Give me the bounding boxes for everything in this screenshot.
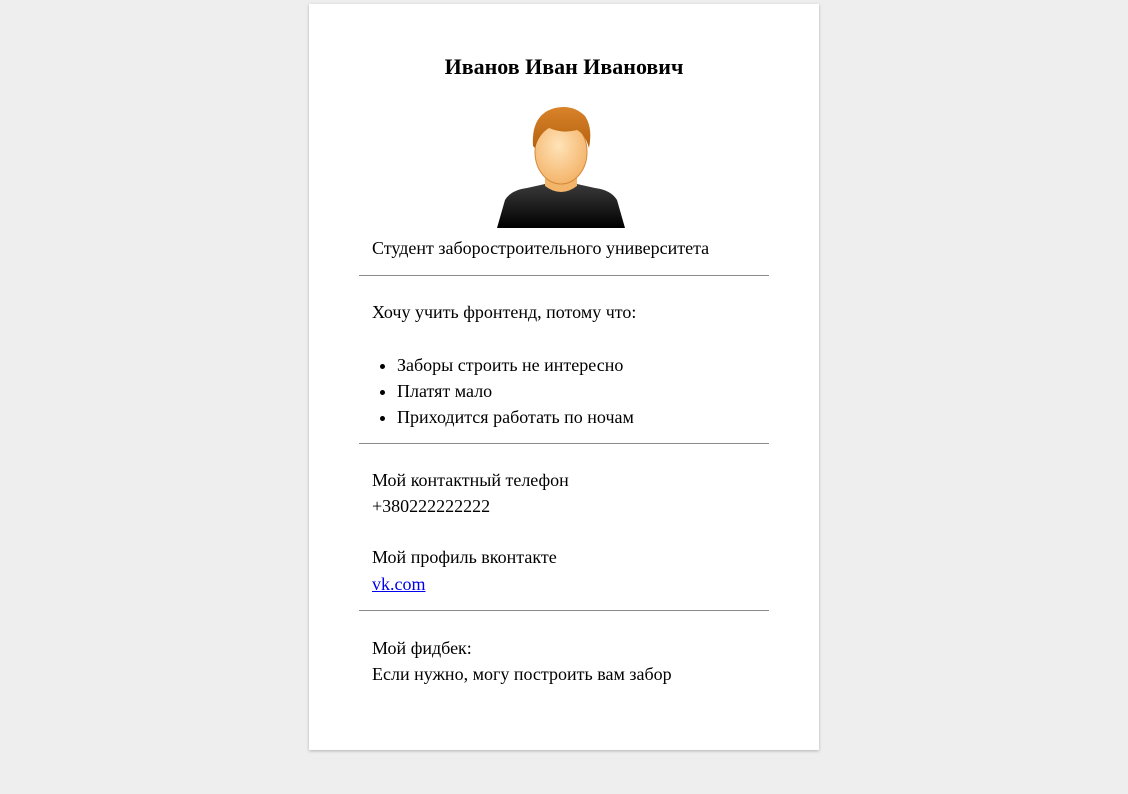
vk-link[interactable]: vk.com <box>372 574 426 594</box>
vk-label: Мой профиль вконтакте <box>372 547 557 567</box>
profile-status: Студент заборостроительного университета <box>372 238 710 258</box>
section-divider <box>359 275 769 276</box>
phone-number: +380222222222 <box>372 496 491 516</box>
user-avatar-icon <box>497 107 625 228</box>
list-item: Платят мало <box>397 378 634 404</box>
motivation-heading: Хочу учить фронтенд, потому что: <box>372 302 637 322</box>
reasons-list: Заборы строить не интересно Платят мало … <box>372 352 634 430</box>
feedback-label: Мой фидбек: <box>372 638 472 658</box>
list-item: Приходится работать по ночам <box>397 404 634 430</box>
section-divider <box>359 443 769 444</box>
feedback-text: Если нужно, могу построить вам забор <box>372 664 672 684</box>
profile-card: Иванов Иван Иванович Студент заборострои… <box>309 4 819 750</box>
list-item: Заборы строить не интересно <box>397 352 634 378</box>
profile-name: Иванов Иван Иванович <box>444 54 684 79</box>
section-divider <box>359 610 769 611</box>
phone-label: Мой контактный телефон <box>372 470 569 490</box>
